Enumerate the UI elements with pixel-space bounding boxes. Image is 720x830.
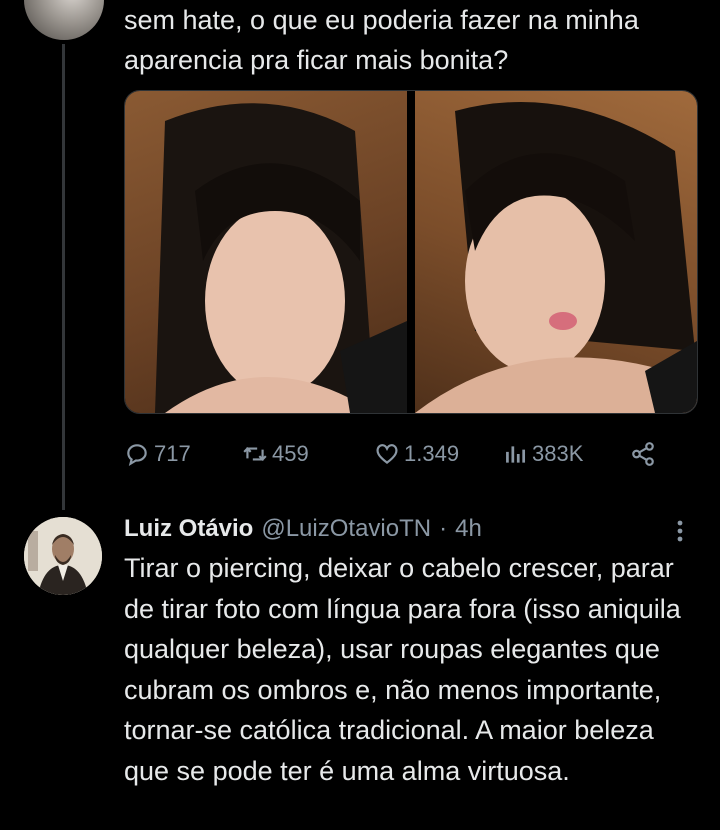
photo-1-image	[155, 103, 407, 413]
reply-avatar[interactable]	[24, 517, 102, 595]
tweet-actions: 717 459 1.349 383K	[124, 436, 684, 472]
photo-1[interactable]	[125, 91, 407, 413]
share-button[interactable]	[630, 441, 656, 467]
reply-text: Tirar o piercing, deixar o cabelo cresce…	[124, 553, 681, 786]
retweet-count: 459	[272, 441, 309, 466]
like-button[interactable]: 1.349	[374, 441, 502, 467]
like-count: 1.349	[404, 441, 460, 466]
views-count: 383K	[532, 441, 584, 466]
reply-timestamp[interactable]: 4h	[455, 515, 482, 543]
reply-avatar-image	[24, 517, 102, 595]
separator-dot: ·	[439, 515, 448, 542]
media-grid[interactable]	[124, 90, 698, 414]
thread-line	[62, 44, 65, 510]
tweet-text: sem hate, o que eu poderia fazer na minh…	[124, 5, 639, 75]
more-icon[interactable]	[672, 516, 688, 546]
reply-count: 717	[154, 441, 191, 466]
reply-author-handle[interactable]: @LuizOtavioTN	[261, 515, 431, 543]
photo-2[interactable]	[415, 91, 697, 413]
views-button[interactable]: 383K	[502, 441, 630, 467]
reply-icon	[127, 444, 147, 467]
heart-icon	[376, 444, 398, 465]
retweet-icon	[243, 447, 267, 461]
views-icon	[506, 446, 526, 463]
reply-button[interactable]: 717	[124, 441, 242, 467]
reply-author-name[interactable]: Luiz Otávio	[124, 515, 253, 543]
retweet-button[interactable]: 459	[242, 441, 374, 467]
reply-header: Luiz Otávio @LuizOtavioTN · 4h	[124, 512, 664, 546]
share-icon	[632, 442, 654, 466]
photo-2-image	[415, 102, 697, 413]
author-avatar[interactable]	[24, 0, 104, 40]
